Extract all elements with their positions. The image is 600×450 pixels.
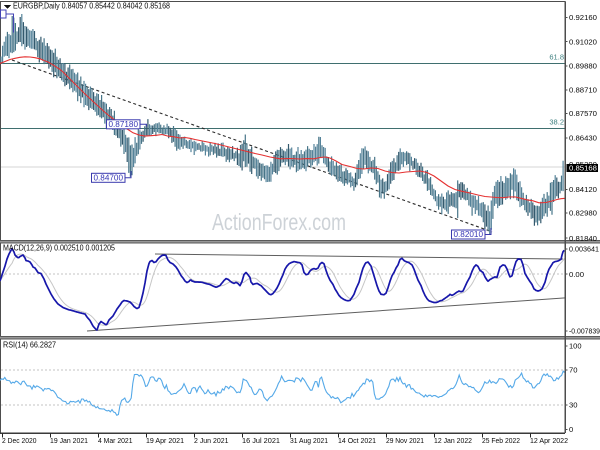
svg-text:0.92160: 0.92160: [569, 13, 597, 22]
svg-text:0.003641: 0.003641: [569, 245, 599, 254]
svg-text:0.85168: 0.85168: [569, 164, 597, 173]
svg-text:38.2: 38.2: [549, 118, 564, 127]
svg-text:2 Jun 2021: 2 Jun 2021: [194, 436, 229, 445]
svg-text:EURGBP,Daily 0.84057 0.85442: EURGBP,Daily 0.84057 0.85442 0.84042 0.8…: [13, 1, 170, 11]
svg-text:0: 0: [569, 425, 573, 434]
svg-text:12 Jan 2022: 12 Jan 2022: [434, 436, 472, 445]
svg-text:RSI(14) 66.2827: RSI(14) 66.2827: [3, 340, 56, 350]
svg-text:19 Jan 2021: 19 Jan 2021: [50, 436, 88, 445]
svg-text:0.82010: 0.82010: [454, 230, 484, 239]
svg-text:0.88710: 0.88710: [569, 86, 597, 95]
svg-text:4 Mar 2021: 4 Mar 2021: [98, 436, 133, 445]
svg-text:0.87570: 0.87570: [569, 109, 597, 118]
svg-text:0.84700: 0.84700: [94, 174, 124, 183]
svg-text:0.87180: 0.87180: [109, 120, 139, 129]
svg-text:100: 100: [569, 342, 582, 351]
svg-text:12 Apr 2022: 12 Apr 2022: [530, 436, 568, 445]
svg-text:0.84120: 0.84120: [569, 185, 597, 194]
svg-text:0.89880: 0.89880: [569, 62, 597, 71]
svg-text:31 Aug 2021: 31 Aug 2021: [290, 436, 328, 445]
svg-text:29 Nov 2021: 29 Nov 2021: [386, 436, 424, 445]
svg-text:0.81840: 0.81840: [569, 234, 597, 243]
svg-text:25 Feb 2022: 25 Feb 2022: [482, 436, 520, 445]
svg-text:ActionForex.com: ActionForex.com: [212, 209, 346, 235]
svg-text:-0.007839: -0.007839: [569, 327, 600, 336]
svg-text:14 Oct 2021: 14 Oct 2021: [338, 436, 376, 445]
svg-text:16 Jul 2021: 16 Jul 2021: [242, 436, 280, 445]
svg-text:0.91020: 0.91020: [569, 37, 597, 46]
svg-text:2 Dec 2020: 2 Dec 2020: [2, 436, 37, 445]
svg-text:MACD(12,26,9) 0.002510 0.00120: MACD(12,26,9) 0.002510 0.001205: [3, 243, 115, 253]
svg-text:30: 30: [569, 401, 578, 410]
svg-text:0.00: 0.00: [569, 270, 584, 279]
svg-text:61.8: 61.8: [549, 53, 564, 62]
svg-text:0.82980: 0.82980: [569, 209, 597, 218]
svg-text:19 Apr 2021: 19 Apr 2021: [146, 436, 184, 445]
svg-text:70: 70: [569, 366, 578, 375]
svg-text:0.86430: 0.86430: [569, 134, 597, 143]
